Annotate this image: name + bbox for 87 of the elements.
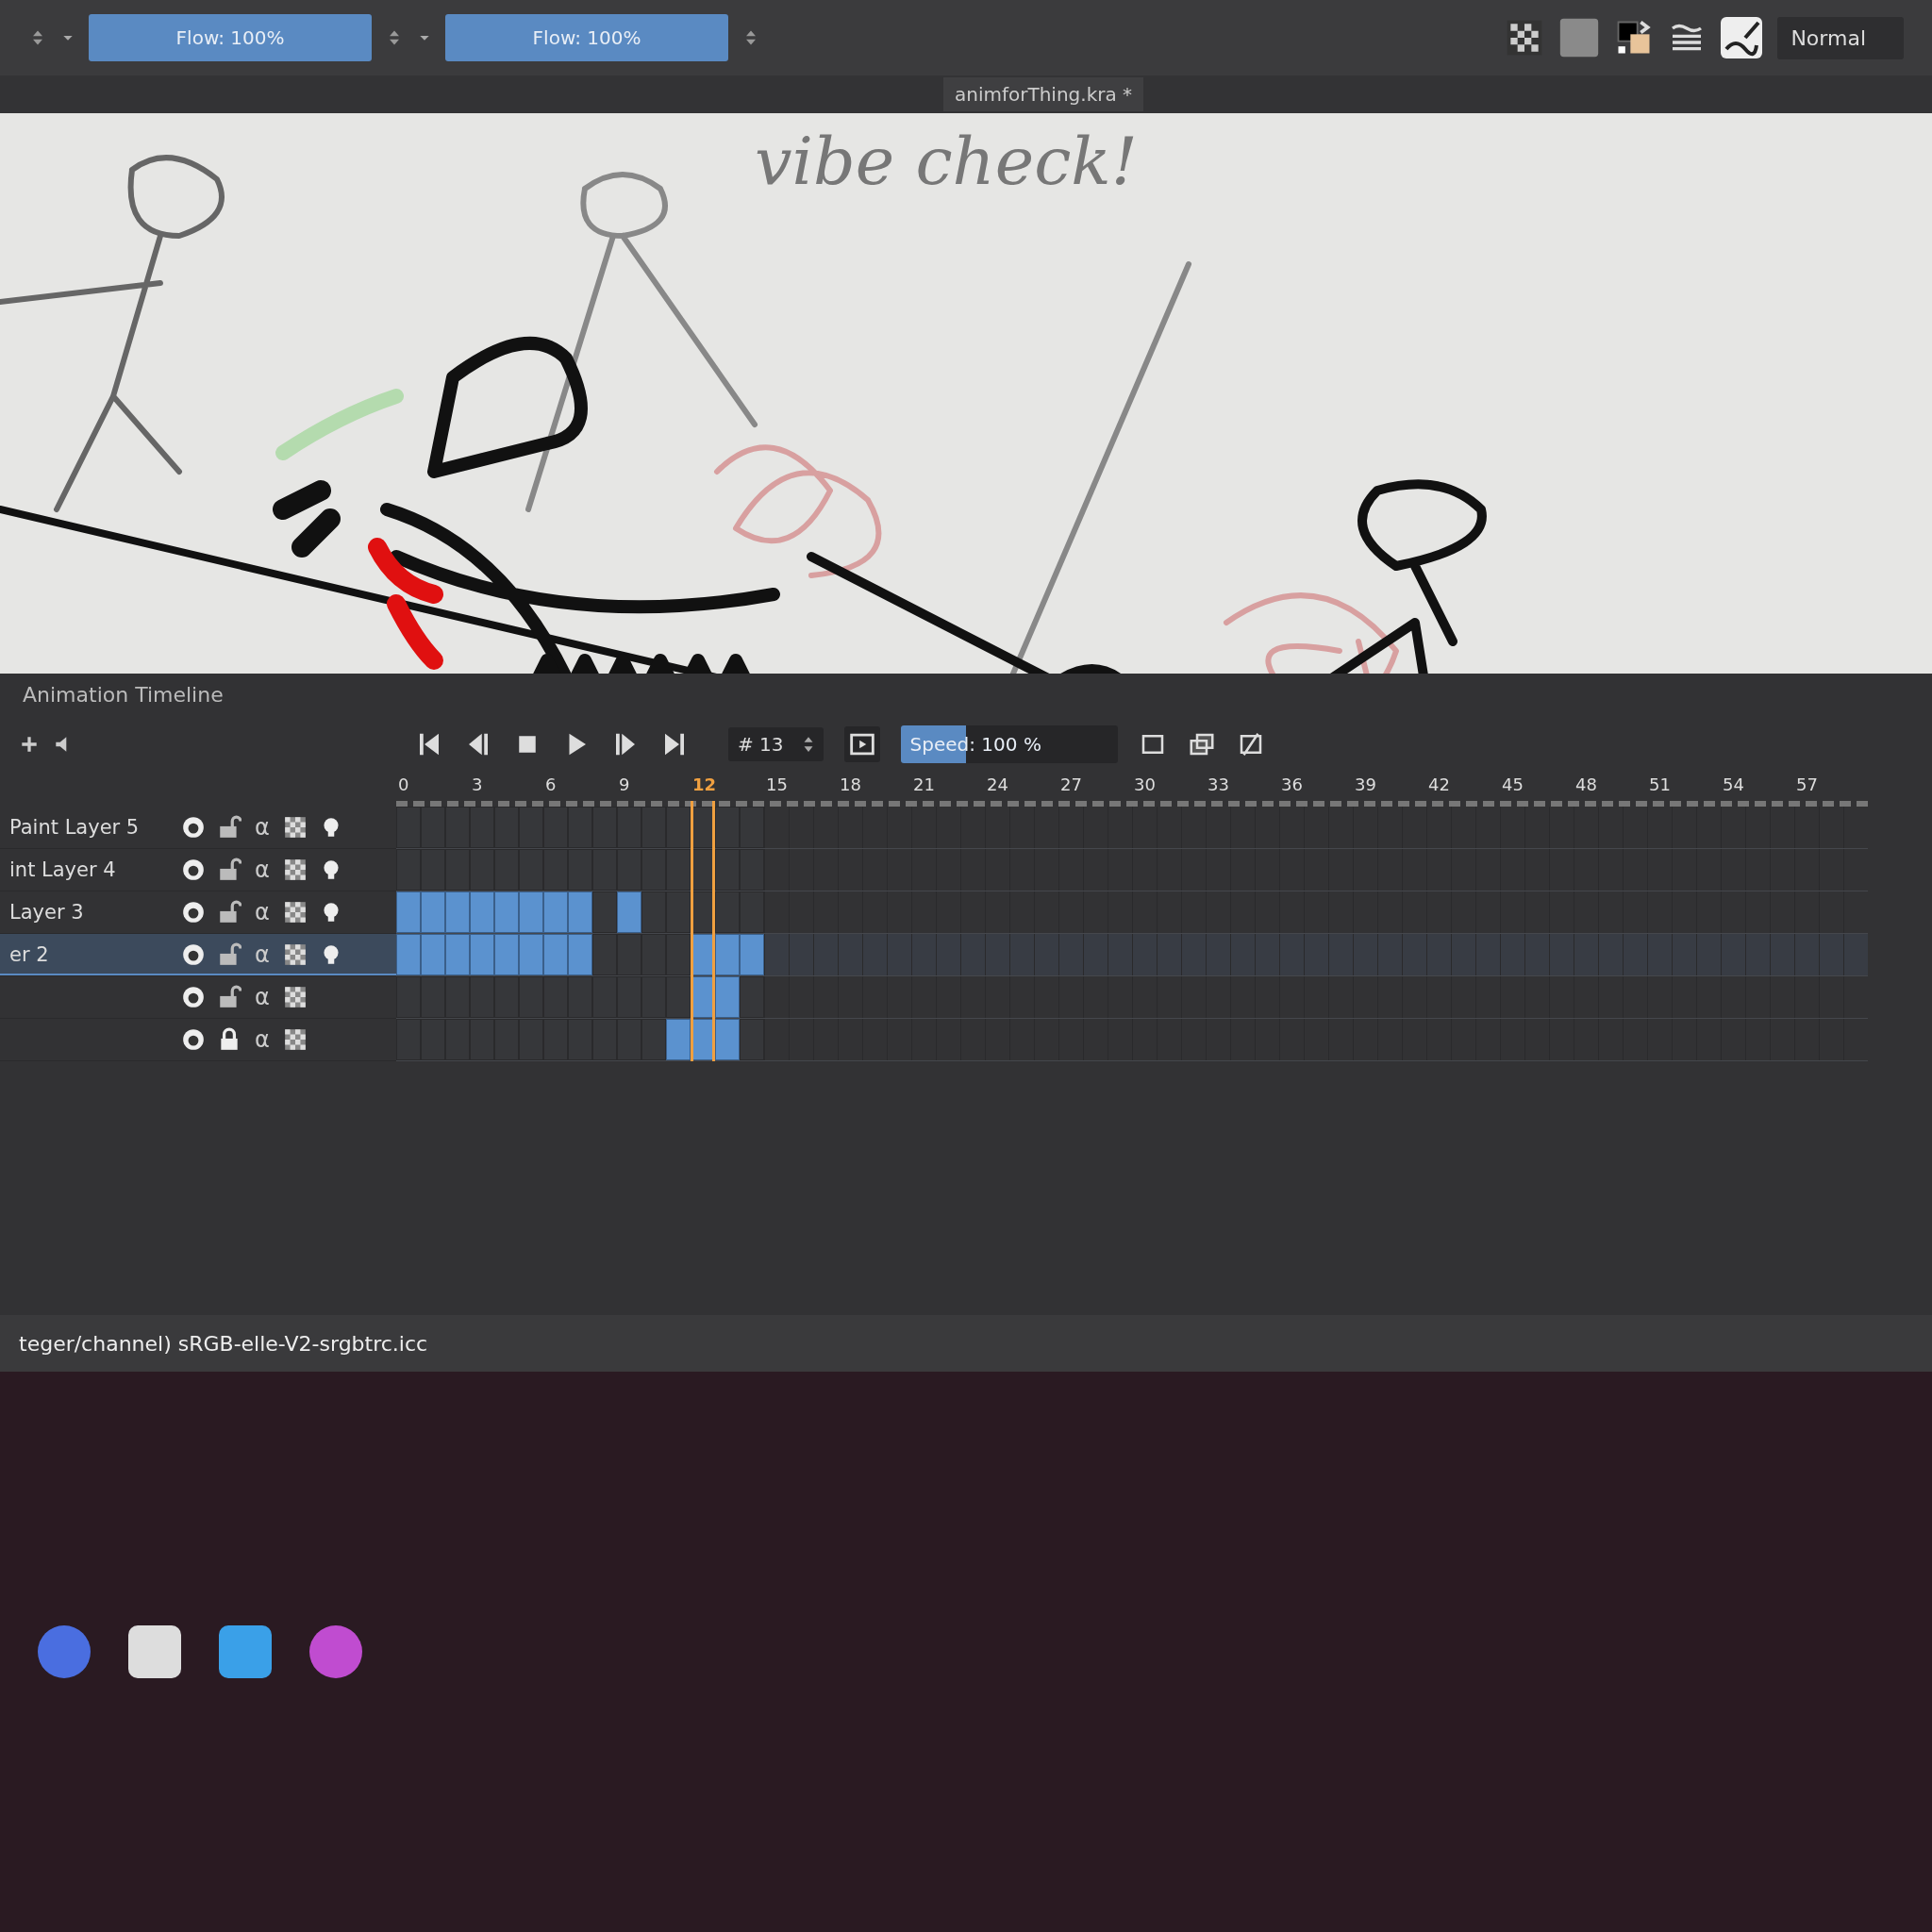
- panel-title: Animation Timeline: [22, 682, 225, 708]
- layer-row[interactable]: α: [0, 976, 396, 1019]
- eye-icon[interactable]: [181, 858, 206, 882]
- frame-number: 9: [619, 774, 630, 794]
- eye-icon[interactable]: [181, 985, 206, 1009]
- unlocked-icon[interactable]: [217, 942, 242, 967]
- checkerboard-icon[interactable]: [283, 900, 308, 924]
- keyframe[interactable]: [445, 934, 470, 975]
- gradient-swatch-icon[interactable]: [1558, 17, 1601, 58]
- checkerboard-icon[interactable]: [283, 858, 308, 882]
- frame-number: 48: [1575, 774, 1597, 794]
- alpha-lock-toggle[interactable]: α: [253, 941, 272, 968]
- layer-row[interactable]: α: [0, 1019, 396, 1061]
- keyframe[interactable]: [568, 934, 592, 975]
- frame-number: 54: [1723, 774, 1744, 794]
- keyframe[interactable]: [470, 934, 494, 975]
- keyframe[interactable]: [543, 934, 568, 975]
- keyframe[interactable]: [740, 934, 764, 975]
- spinner-icon[interactable]: [802, 736, 814, 753]
- layer-name: int Layer 4: [9, 858, 117, 881]
- keyframe[interactable]: [519, 891, 543, 933]
- layer-name: Paint Layer 5: [9, 816, 141, 839]
- frame-number: 57: [1796, 774, 1818, 794]
- keyframe[interactable]: [421, 934, 445, 975]
- keyframe[interactable]: [543, 891, 568, 933]
- keyframe[interactable]: [568, 891, 592, 933]
- alpha-lock-toggle[interactable]: α: [253, 899, 272, 925]
- keyframe[interactable]: [396, 891, 421, 933]
- keyframe[interactable]: [715, 976, 740, 1018]
- keyframe[interactable]: [494, 891, 519, 933]
- plus-icon[interactable]: [19, 734, 40, 755]
- keyframe[interactable]: [445, 891, 470, 933]
- keyframe[interactable]: [617, 891, 641, 933]
- frame-number: 45: [1502, 774, 1524, 794]
- unlocked-icon[interactable]: [217, 815, 242, 840]
- app-icon[interactable]: [128, 1625, 181, 1678]
- layer-row[interactable]: er 2 α: [0, 934, 396, 976]
- blend-mode-dropdown[interactable]: Normal: [1777, 16, 1904, 59]
- color-profile-text: teger/channel) sRGB-elle-V2-srgbtrc.icc: [19, 1331, 428, 1356]
- layer-name: er 2: [9, 943, 50, 966]
- eye-icon[interactable]: [181, 942, 206, 967]
- unlocked-icon[interactable]: [217, 900, 242, 924]
- keyframe[interactable]: [421, 891, 445, 933]
- brush-preset-icon[interactable]: [1719, 15, 1765, 60]
- eye-icon[interactable]: [181, 815, 206, 840]
- frame-number: 6: [545, 774, 557, 794]
- handwritten-text: vibe check!: [755, 123, 1138, 200]
- frame-number: 21: [913, 774, 935, 794]
- frame-number: 24: [987, 774, 1008, 794]
- frame-number: 33: [1208, 774, 1229, 794]
- checkerboard-icon[interactable]: [283, 815, 308, 840]
- layer-row[interactable]: int Layer 4 α: [0, 849, 396, 891]
- frame-number: 0: [398, 774, 409, 794]
- frame-number: 42: [1428, 774, 1450, 794]
- frame-field[interactable]: # 13: [728, 727, 824, 761]
- app-icon[interactable]: [219, 1625, 272, 1678]
- checkerboard-icon[interactable]: [283, 985, 308, 1009]
- playhead[interactable]: [691, 801, 715, 1061]
- keyframe[interactable]: [666, 1019, 691, 1060]
- frame-number: 3: [472, 774, 483, 794]
- frame-number: 18: [840, 774, 861, 794]
- playback-icon[interactable]: [843, 726, 880, 762]
- frame-number: 12: [692, 774, 717, 794]
- keyframe[interactable]: [715, 1019, 740, 1060]
- keyframe[interactable]: [519, 934, 543, 975]
- keyframe[interactable]: [396, 934, 421, 975]
- checkerboard-icon[interactable]: [283, 1027, 308, 1052]
- frame-number: 39: [1355, 774, 1376, 794]
- layer-row[interactable]: Paint Layer 5 α: [0, 807, 396, 849]
- frame-number: 15: [766, 774, 788, 794]
- alpha-lock-toggle[interactable]: α: [253, 857, 272, 883]
- alpha-lock-toggle[interactable]: α: [253, 1026, 272, 1053]
- eye-icon[interactable]: [181, 1027, 206, 1052]
- frame-number: 36: [1281, 774, 1303, 794]
- frame-number: 51: [1649, 774, 1671, 794]
- alpha-lock-toggle[interactable]: α: [253, 984, 272, 1010]
- alpha-lock-toggle[interactable]: α: [253, 814, 272, 841]
- frame-number: 27: [1060, 774, 1082, 794]
- frame-number: 30: [1134, 774, 1156, 794]
- eye-icon[interactable]: [181, 900, 206, 924]
- keyframe[interactable]: [470, 891, 494, 933]
- keyframe[interactable]: [494, 934, 519, 975]
- unlocked-icon[interactable]: [217, 985, 242, 1009]
- checkerboard-icon[interactable]: [283, 942, 308, 967]
- document-tab[interactable]: animforThing.kra *: [943, 77, 1144, 111]
- layer-name: Layer 3: [9, 901, 85, 924]
- unlocked-icon[interactable]: [217, 858, 242, 882]
